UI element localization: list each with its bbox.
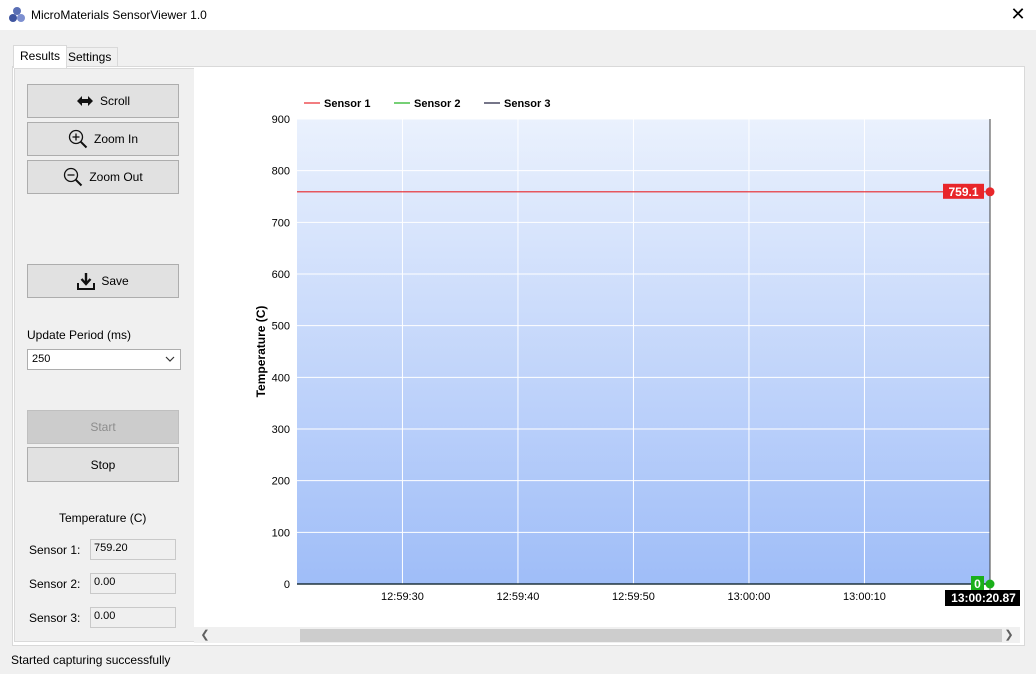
y-tick-label: 900	[272, 114, 290, 126]
legend-label-sensor-2: Sensor 2	[414, 98, 460, 110]
sensor-1-value: 759.20	[90, 539, 176, 560]
status-text: Started capturing successfully	[11, 653, 171, 667]
sensor-2-value: 0.00	[90, 573, 176, 594]
y-tick-label: 300	[272, 424, 290, 436]
tab-results[interactable]: Results	[13, 45, 68, 68]
chart-area: 0 100 200 300 400 500 600 700 800 900 12:59:30 12:5…	[194, 68, 1022, 628]
close-button[interactable]: ✕	[1000, 0, 1036, 30]
update-period-label: Update Period (ms)	[27, 328, 132, 342]
zoom-in-icon	[68, 129, 88, 149]
sensor-1-label: Sensor 1:	[29, 543, 81, 557]
cursor-time-label: 13:00:20.87	[951, 591, 1016, 605]
zoom-in-label: Zoom In	[93, 132, 138, 146]
update-period-value: 250	[32, 353, 51, 365]
chevron-down-icon	[165, 356, 175, 362]
title-bar: MicroMaterials SensorViewer 1.0 ✕	[0, 0, 1036, 30]
plot-background	[297, 119, 990, 584]
scroll-label: Scroll	[99, 94, 130, 108]
value-label-sensor-1: 759.1	[948, 185, 978, 199]
start-label: Start	[90, 420, 116, 434]
y-tick-label: 400	[272, 372, 290, 384]
app-logo-icon	[9, 7, 25, 22]
scroll-left-icon[interactable]: ❮	[197, 627, 213, 643]
scroll-button[interactable]: Scroll	[27, 84, 179, 118]
update-period-select[interactable]: 250	[27, 349, 181, 370]
tab-settings[interactable]: Settings	[61, 47, 119, 67]
y-tick-label: 500	[272, 321, 290, 333]
y-tick-label: 0	[284, 579, 290, 591]
scroll-arrows-icon	[76, 96, 93, 106]
stop-button[interactable]: Stop	[27, 447, 179, 482]
scroll-right-icon[interactable]: ❯	[1001, 627, 1017, 643]
temperature-chart[interactable]: 0 100 200 300 400 500 600 700 800 900 12:59:30 12:5…	[194, 68, 1022, 628]
zoom-in-button[interactable]: Zoom In	[27, 122, 179, 156]
y-tick-label: 200	[272, 476, 290, 488]
x-tick-label: 12:59:50	[612, 591, 655, 603]
y-tick-label: 100	[272, 527, 290, 539]
sensor-3-value: 0.00	[90, 607, 176, 628]
zoom-out-icon	[64, 167, 83, 187]
scrollbar-thumb[interactable]	[300, 629, 1002, 642]
legend-label-sensor-1: Sensor 1	[324, 98, 370, 110]
y-tick-label: 700	[272, 217, 290, 229]
stop-label: Stop	[90, 457, 116, 472]
zoom-out-button[interactable]: Zoom Out	[27, 160, 179, 194]
x-tick-label: 12:59:40	[497, 591, 540, 603]
download-icon	[77, 273, 96, 290]
end-marker-sensor-1	[985, 187, 995, 197]
value-label-sensor-2: 0	[974, 577, 981, 591]
zoom-out-label: Zoom Out	[89, 170, 143, 184]
start-button[interactable]: Start	[27, 410, 179, 444]
save-button[interactable]: Save	[27, 264, 179, 298]
sensor-3-label: Sensor 3:	[29, 611, 81, 625]
x-tick-label: 13:00:10	[843, 591, 886, 603]
legend-label-sensor-3: Sensor 3	[504, 98, 550, 110]
chart-scrollbar[interactable]: ❮ ❯	[194, 627, 1020, 643]
x-tick-label: 13:00:00	[728, 591, 771, 603]
end-marker-sensor-2	[985, 579, 995, 589]
readings-heading: Temperature (C)	[59, 511, 147, 525]
sensor-2-label: Sensor 2:	[29, 577, 81, 591]
y-tick-label: 600	[272, 269, 290, 281]
y-tick-label: 800	[272, 166, 290, 178]
y-axis-label: Temperature (C)	[254, 306, 268, 398]
x-tick-label: 12:59:30	[381, 591, 424, 603]
window-title: MicroMaterials SensorViewer 1.0	[31, 8, 207, 22]
save-label: Save	[101, 274, 129, 288]
